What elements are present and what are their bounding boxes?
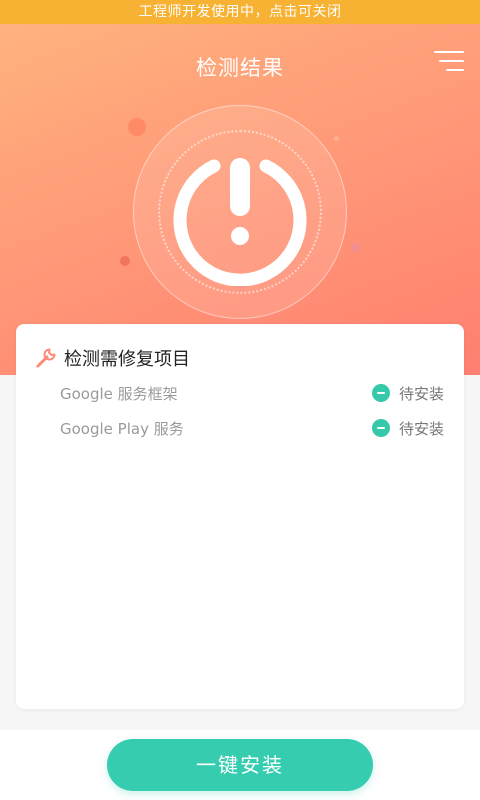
minus-circle-icon	[371, 419, 390, 437]
menu-icon-line	[439, 60, 464, 62]
repair-item: Google Play 服务 待安装	[60, 416, 444, 440]
decor-dot	[120, 256, 130, 266]
result-header: 检测结果	[0, 24, 480, 375]
page-title: 检测结果	[196, 56, 284, 80]
warning-power-icon	[173, 158, 307, 286]
repair-items-card: 检测需修复项目 Google 服务框架 待安装 Google Play 服务 待…	[16, 324, 464, 709]
menu-button[interactable]	[434, 49, 466, 73]
menu-icon-line	[446, 69, 464, 71]
decor-dot	[334, 136, 339, 141]
menu-icon-line	[434, 51, 464, 53]
minus-circle-icon	[371, 384, 390, 402]
developer-mode-banner[interactable]: 工程师开发使用中，点击可关闭	[0, 0, 480, 24]
item-name: Google Play 服务	[60, 419, 184, 438]
card-header: 检测需修复项目	[34, 344, 190, 372]
status-text: 待安装	[398, 419, 444, 438]
decor-dot	[351, 243, 360, 252]
item-status: 待安装	[371, 418, 444, 439]
wrench-icon	[36, 348, 56, 368]
card-title: 检测需修复项目	[64, 349, 190, 370]
decor-dot	[128, 118, 146, 136]
status-text: 待安装	[398, 384, 444, 403]
one-click-install-button[interactable]: 一键安装	[107, 739, 373, 791]
repair-item: Google 服务框架 待安装	[60, 381, 444, 405]
item-status: 待安装	[371, 383, 444, 404]
item-name: Google 服务框架	[60, 384, 178, 403]
